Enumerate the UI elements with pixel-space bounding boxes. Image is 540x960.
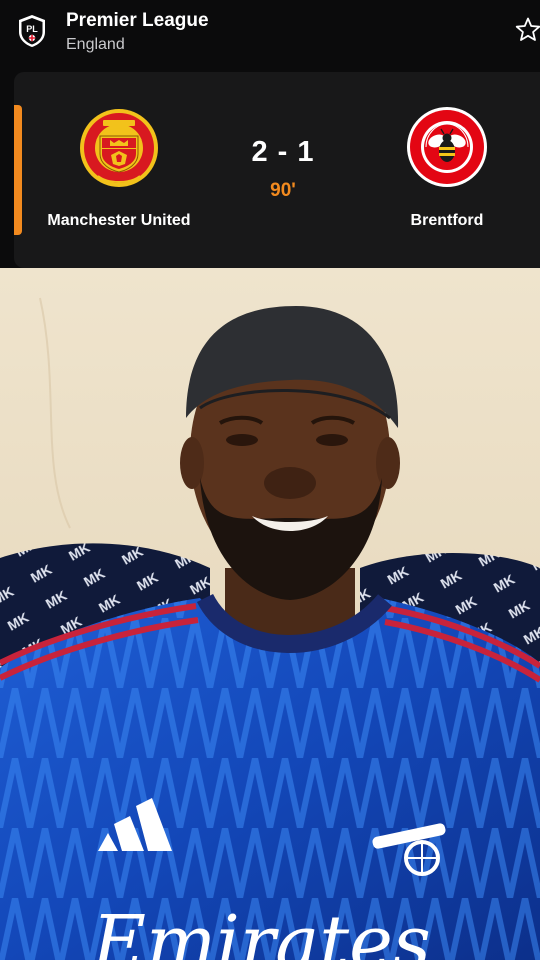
header: PL Premier League England — [0, 0, 540, 70]
video-frame-image: MK — [0, 268, 540, 960]
league-country: England — [66, 36, 125, 53]
premier-league-logo-icon[interactable]: PL — [16, 14, 48, 48]
manchester-united-crest-icon — [80, 109, 158, 187]
shirt-sponsor-text: Emirates — [90, 900, 431, 960]
league-name[interactable]: Premier League — [66, 10, 209, 32]
match-card[interactable]: 2 - 1 90' Manchester United Brentford — [14, 72, 540, 268]
match-score: 2 - 1 — [251, 136, 315, 168]
star-icon[interactable] — [514, 16, 540, 44]
away-team-name[interactable]: Brentford — [372, 212, 522, 230]
brentford-crest-icon — [407, 107, 487, 187]
video-feed[interactable]: MK — [0, 268, 540, 960]
match-minute: 90' — [270, 180, 296, 201]
home-team-name[interactable]: Manchester United — [34, 212, 204, 230]
live-indicator-bar — [14, 105, 22, 235]
league-logo-text: PL — [26, 24, 38, 34]
